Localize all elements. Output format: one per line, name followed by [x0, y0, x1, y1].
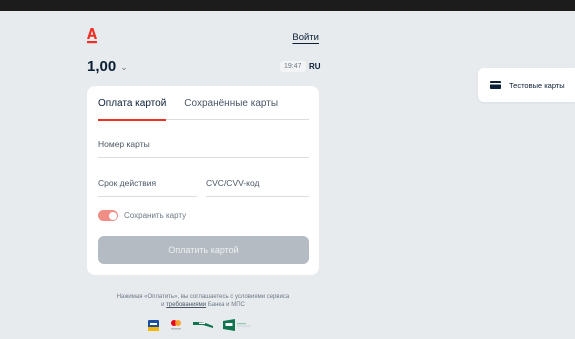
- payment-badges: [148, 318, 257, 332]
- terms-text: Нажимая «Оплатить», вы соглашаетесь с ус…: [87, 293, 319, 309]
- mastercard-icon: [169, 319, 183, 331]
- payment-tabs: Оплата картой Сохранённые карты: [98, 97, 309, 121]
- alfa-logo-icon: [87, 28, 97, 44]
- payment-amount[interactable]: 1,00 ⌄: [87, 58, 128, 75]
- expiry-field[interactable]: [98, 178, 197, 197]
- terms-line-1: Нажимая «Оплатить», вы соглашаетесь с ус…: [116, 294, 290, 300]
- card-number-input[interactable]: [98, 139, 309, 149]
- card-number-field[interactable]: [98, 139, 309, 158]
- expiry-input[interactable]: [98, 178, 197, 188]
- terms-link[interactable]: требованиями: [166, 302, 206, 308]
- amount-value: 1,00: [87, 58, 117, 75]
- pci-dss-icon: [223, 319, 257, 331]
- save-card-row: Сохранить карту: [98, 210, 186, 221]
- mir-icon: [193, 319, 213, 331]
- terms-and: и: [161, 302, 165, 308]
- top-bar: [0, 0, 575, 11]
- cvc-input[interactable]: [206, 178, 309, 188]
- save-card-label: Сохранить карту: [124, 211, 187, 220]
- pay-button[interactable]: Оплатить картой: [98, 236, 309, 264]
- login-link[interactable]: Войти: [292, 32, 319, 43]
- visa-icon: [148, 319, 159, 331]
- credit-card-icon: [490, 81, 501, 89]
- test-cards-label: Тестовые карты: [509, 80, 565, 90]
- payment-card: Оплата картой Сохранённые карты Сохранит…: [87, 86, 319, 275]
- chevron-down-icon: ⌄: [120, 62, 128, 72]
- save-card-toggle[interactable]: [98, 210, 118, 221]
- terms-line-3: Банка и МПС: [207, 302, 245, 308]
- language-switch[interactable]: RU: [309, 62, 321, 71]
- tab-pay-by-card[interactable]: Оплата картой: [98, 97, 167, 121]
- toggle-knob: [108, 211, 117, 220]
- tab-saved-cards[interactable]: Сохранённые карты: [184, 97, 278, 120]
- cvc-field[interactable]: [206, 178, 309, 197]
- time-badge: 19:47: [280, 61, 306, 72]
- test-cards-button[interactable]: Тестовые карты: [478, 68, 575, 102]
